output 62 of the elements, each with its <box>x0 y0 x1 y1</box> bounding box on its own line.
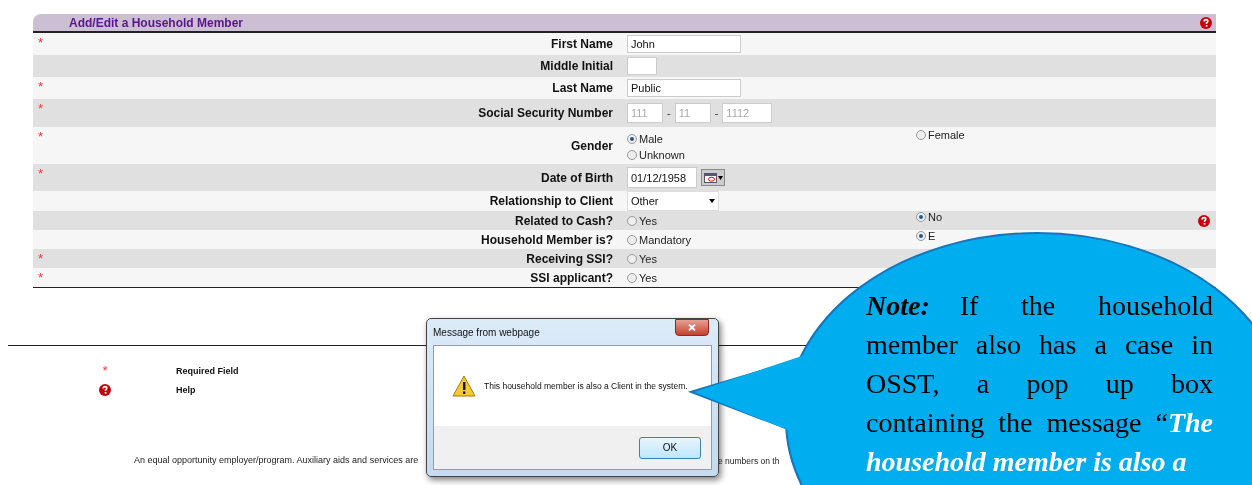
radio-button[interactable] <box>627 234 637 245</box>
radio-button[interactable] <box>627 133 637 144</box>
legend-label: Help <box>176 385 197 395</box>
text-field[interactable]: John <box>627 35 741 53</box>
radio-button[interactable] <box>627 253 637 264</box>
footer-text: An equal opportunity employer/program. Auxiliary aids and services are <box>134 455 419 465</box>
text-field[interactable]: Public <box>627 79 741 97</box>
help-icon[interactable] <box>1200 16 1212 29</box>
date-field[interactable]: 01/12/1958 <box>627 167 697 188</box>
radio-button[interactable] <box>916 231 926 241</box>
warning-icon <box>452 375 476 397</box>
radio-button[interactable] <box>627 272 637 283</box>
field-label: Date of Birth <box>540 170 613 185</box>
required-asterisk: * <box>37 100 45 116</box>
radio-label: No <box>928 211 943 223</box>
dash-separator: - <box>714 107 719 119</box>
select-field[interactable]: Other <box>627 191 719 211</box>
required-asterisk: * <box>37 165 45 181</box>
dialog-message: This household member is also a Client in the system. <box>484 381 688 391</box>
radio-label: Male <box>639 132 663 145</box>
radio-label: Unknown <box>639 148 685 161</box>
required-asterisk: * <box>37 78 45 94</box>
field-label: Related to Cash? <box>514 213 613 228</box>
field-label: First Name <box>549 37 613 51</box>
radio-label: E <box>928 230 936 242</box>
ok-button[interactable]: OK <box>639 436 701 459</box>
caret-icon <box>709 199 715 203</box>
field-label: SSI applicant? <box>529 270 613 285</box>
radio-button[interactable] <box>627 149 637 160</box>
legend-label: Required Field <box>176 366 239 376</box>
field-label: Gender <box>570 138 613 153</box>
field-label: Relationship to Client <box>488 194 613 208</box>
required-asterisk: * <box>37 128 45 144</box>
radio-label: Yes <box>639 252 657 265</box>
radio-label: Yes <box>639 214 657 227</box>
field-label: Middle Initial <box>539 59 613 73</box>
field-label: Last Name <box>551 81 613 95</box>
radio-button[interactable] <box>627 215 637 226</box>
calendar-button[interactable] <box>701 169 725 186</box>
field-label: Receiving SSI? <box>525 251 613 266</box>
radio-button[interactable] <box>916 212 926 222</box>
radio-label: Yes <box>639 271 657 284</box>
close-icon <box>688 324 696 331</box>
radio-label: Female <box>928 129 965 141</box>
caret-icon <box>717 175 723 180</box>
dash-separator: - <box>667 107 671 119</box>
required-asterisk: * <box>37 250 45 266</box>
required-asterisk: * <box>37 34 45 50</box>
required-asterisk: * <box>102 365 108 377</box>
help-icon[interactable] <box>99 384 111 396</box>
help-icon[interactable] <box>1198 214 1210 227</box>
callout-note: Note: If the household member also has a case in OSST, a pop up box containing the message “The household member is also a <box>866 289 1213 479</box>
dialog-title: Message from webpage <box>433 326 540 338</box>
radio-button[interactable] <box>916 130 926 140</box>
field-label: Social Security Number <box>477 106 613 120</box>
required-asterisk: * <box>37 269 45 285</box>
radio-label: Mandatory <box>639 233 691 246</box>
calendar-icon <box>703 172 717 183</box>
form-title: Add/Edit a Household Member <box>69 15 243 30</box>
field-label: Household Member is? <box>479 232 613 247</box>
text-field[interactable] <box>627 57 657 75</box>
close-button[interactable] <box>675 319 709 336</box>
